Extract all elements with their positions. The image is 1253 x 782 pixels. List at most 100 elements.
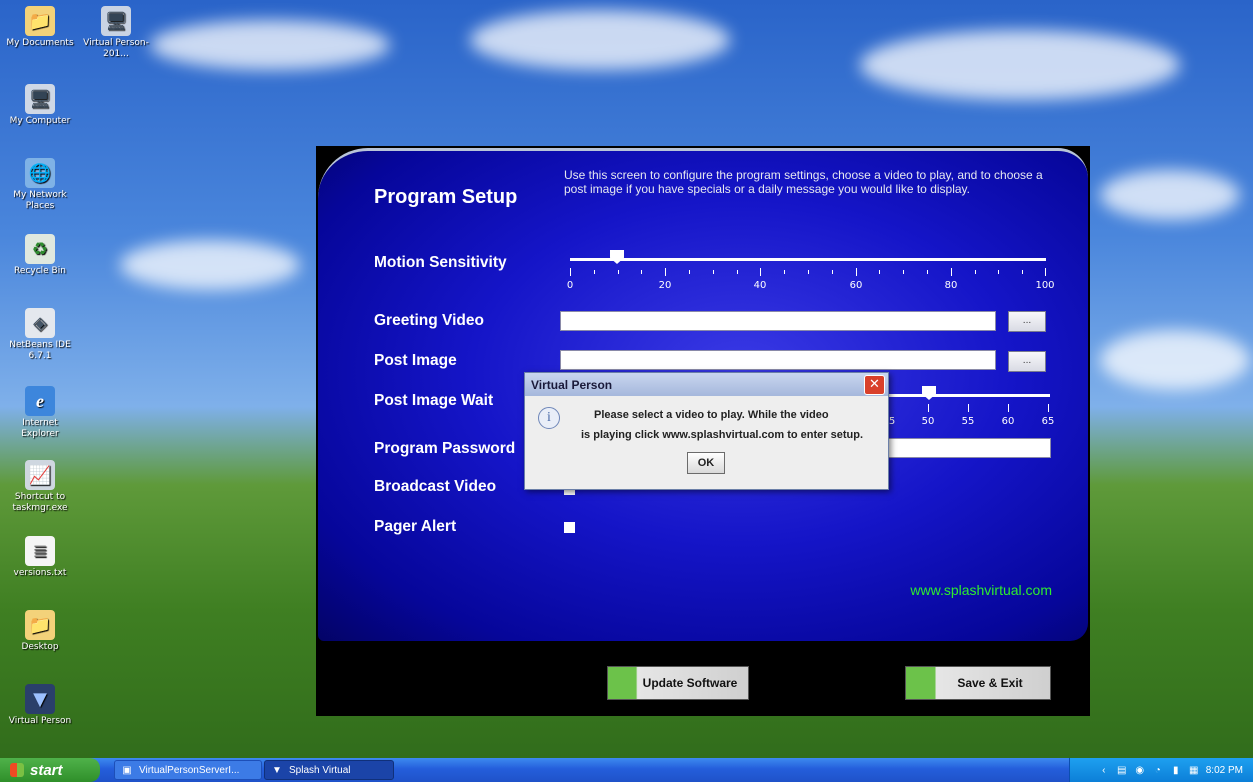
desktop-icon-label: Desktop [21, 642, 59, 652]
slider-tick-label: 20 [658, 280, 672, 291]
cube-icon: ◈ [25, 308, 55, 338]
greeting-video-field[interactable] [560, 311, 996, 331]
taskbar-button-label: VirtualPersonServerI... [139, 764, 240, 776]
cloud [1100, 170, 1240, 220]
save-exit-button[interactable]: Save & Exit [905, 666, 1051, 700]
dialog-message-line2: is playing click www.splashvirtual.com t… [581, 429, 864, 441]
slider-tick [1008, 404, 1009, 412]
slider-thumb[interactable] [610, 250, 624, 264]
desktop-icon-taskmgr[interactable]: 📈 Shortcut to taskmgr.exe [4, 460, 76, 514]
pager-alert-checkbox[interactable] [564, 522, 575, 533]
slider-tick [998, 270, 999, 274]
folder-icon: 📁 [25, 610, 55, 640]
slider-tick-label: 50 [921, 416, 935, 427]
taskbar: start ▣ VirtualPersonServerI... ▼ Splash… [0, 758, 1253, 782]
post-image-field[interactable] [560, 350, 996, 370]
slider-tick [760, 268, 761, 276]
update-tray-icon[interactable]: ◔ [1152, 764, 1164, 776]
folder-icon: 📁 [25, 6, 55, 36]
slider-tick-label: 40 [753, 280, 767, 291]
close-icon[interactable]: ✕ [864, 374, 885, 395]
desktop-icon-netbeans[interactable]: ◈ NetBeans IDE 6.7.1 [4, 308, 76, 362]
page-title: Program Setup [374, 186, 518, 208]
dialog-title: Virtual Person [531, 377, 613, 392]
info-icon: i [538, 407, 560, 429]
desktop-icon-virtual-person-server[interactable]: 🖥 Virtual Person-201... [80, 6, 152, 60]
taskbar-button-virtual-person-server[interactable]: ▣ VirtualPersonServerI... [114, 760, 262, 780]
slider-tick [784, 270, 785, 274]
window-icon: ▣ [122, 764, 132, 776]
slider-tick [665, 268, 666, 276]
slider-tick [689, 270, 690, 274]
post-image-browse-button[interactable]: ... [1008, 351, 1046, 372]
slider-tick [927, 270, 928, 274]
slider-tick [1048, 404, 1049, 412]
slider-tick-label: 60 [1001, 416, 1015, 427]
windows-flag-icon [10, 763, 24, 777]
slider-tick [808, 270, 809, 274]
volume-tray-icon[interactable]: ▮ [1170, 764, 1182, 776]
cloud [470, 10, 730, 70]
slider-tick [1022, 270, 1023, 274]
info-dialog: Virtual Person ✕ i Please select a video… [524, 372, 889, 490]
program-password-label: Program Password [374, 440, 516, 457]
desktop-icon-network-places[interactable]: 🌐 My Network Places [4, 158, 76, 212]
slider-tick-label: 65 [1041, 416, 1055, 427]
dialog-titlebar[interactable]: Virtual Person ✕ [525, 373, 888, 396]
greeting-video-browse-button[interactable]: ... [1008, 311, 1046, 332]
network-tray-icon[interactable]: ▤ [1116, 764, 1128, 776]
desktop-icon-desktop-folder[interactable]: 📁 Desktop [4, 610, 76, 653]
slider-tick [641, 270, 642, 274]
cloud [120, 240, 300, 290]
desktop-icon-internet-explorer[interactable]: e Internet Explorer [4, 386, 76, 440]
desktop-icon-label: My Documents [6, 38, 74, 48]
cloud [1100, 330, 1250, 390]
ie-icon: e [25, 386, 55, 416]
slider-tick [713, 270, 714, 274]
desktop-icon-label: Recycle Bin [14, 266, 66, 276]
desktop-icon-label: My Computer [9, 116, 71, 126]
program-password-field[interactable] [886, 438, 1051, 458]
post-image-label: Post Image [374, 352, 457, 369]
desktop-icon-my-computer[interactable]: 🖥 My Computer [4, 84, 76, 127]
slider-track [888, 394, 1050, 397]
cloud [860, 30, 1180, 100]
chevron-left-icon[interactable]: ‹ [1098, 764, 1110, 776]
slider-thumb[interactable] [922, 386, 936, 400]
slider-tick-label: 80 [944, 280, 958, 291]
start-label: start [30, 761, 63, 779]
desktop-icon-label: versions.txt [13, 568, 67, 578]
desktop-icon-virtual-person[interactable]: ▼ Virtual Person [4, 684, 76, 727]
desktop-icon-label: Virtual Person [8, 716, 72, 726]
desktop-icon-my-documents[interactable]: 📁 My Documents [4, 6, 76, 49]
computer-icon: 🖥 [101, 6, 131, 36]
pager-alert-label: Pager Alert [374, 518, 457, 535]
slider-tick [879, 270, 880, 274]
security-tray-icon[interactable]: ◉ [1134, 764, 1146, 776]
post-image-wait-label: Post Image Wait [374, 392, 494, 409]
post-image-wait-slider[interactable]: 5 50 55 60 65 [888, 384, 1054, 432]
display-tray-icon[interactable]: ▦ [1188, 764, 1200, 776]
cloud [150, 20, 390, 70]
desktop-icon-label: Shortcut to taskmgr.exe [12, 492, 68, 513]
motion-sensitivity-label: Motion Sensitivity [374, 254, 507, 271]
slider-tick [928, 404, 929, 412]
desktop-icon-label: Virtual Person-201... [83, 38, 149, 59]
taskmgr-icon: 📈 [25, 460, 55, 490]
text-file-icon: ≣ [25, 536, 55, 566]
taskbar-button-splash-virtual[interactable]: ▼ Splash Virtual [264, 760, 394, 780]
desktop-icon-recycle-bin[interactable]: ♻ Recycle Bin [4, 234, 76, 277]
start-button[interactable]: start [0, 758, 100, 782]
slider-tick [975, 270, 976, 274]
setup-description: Use this screen to configure the program… [564, 168, 1043, 196]
desktop-icon-versions-txt[interactable]: ≣ versions.txt [4, 536, 76, 579]
slider-tick-label: 55 [961, 416, 975, 427]
motion-sensitivity-slider[interactable]: 0 20 40 60 80 100 [567, 248, 1055, 296]
update-software-button[interactable]: Update Software [607, 666, 749, 700]
recycle-bin-icon: ♻ [25, 234, 55, 264]
desktop-icon-label: My Network Places [13, 190, 67, 211]
splashvirtual-link[interactable]: www.splashvirtual.com [910, 582, 1052, 598]
ok-button[interactable]: OK [687, 452, 725, 474]
virtual-person-icon: ▼ [272, 764, 282, 776]
network-icon: 🌐 [25, 158, 55, 188]
